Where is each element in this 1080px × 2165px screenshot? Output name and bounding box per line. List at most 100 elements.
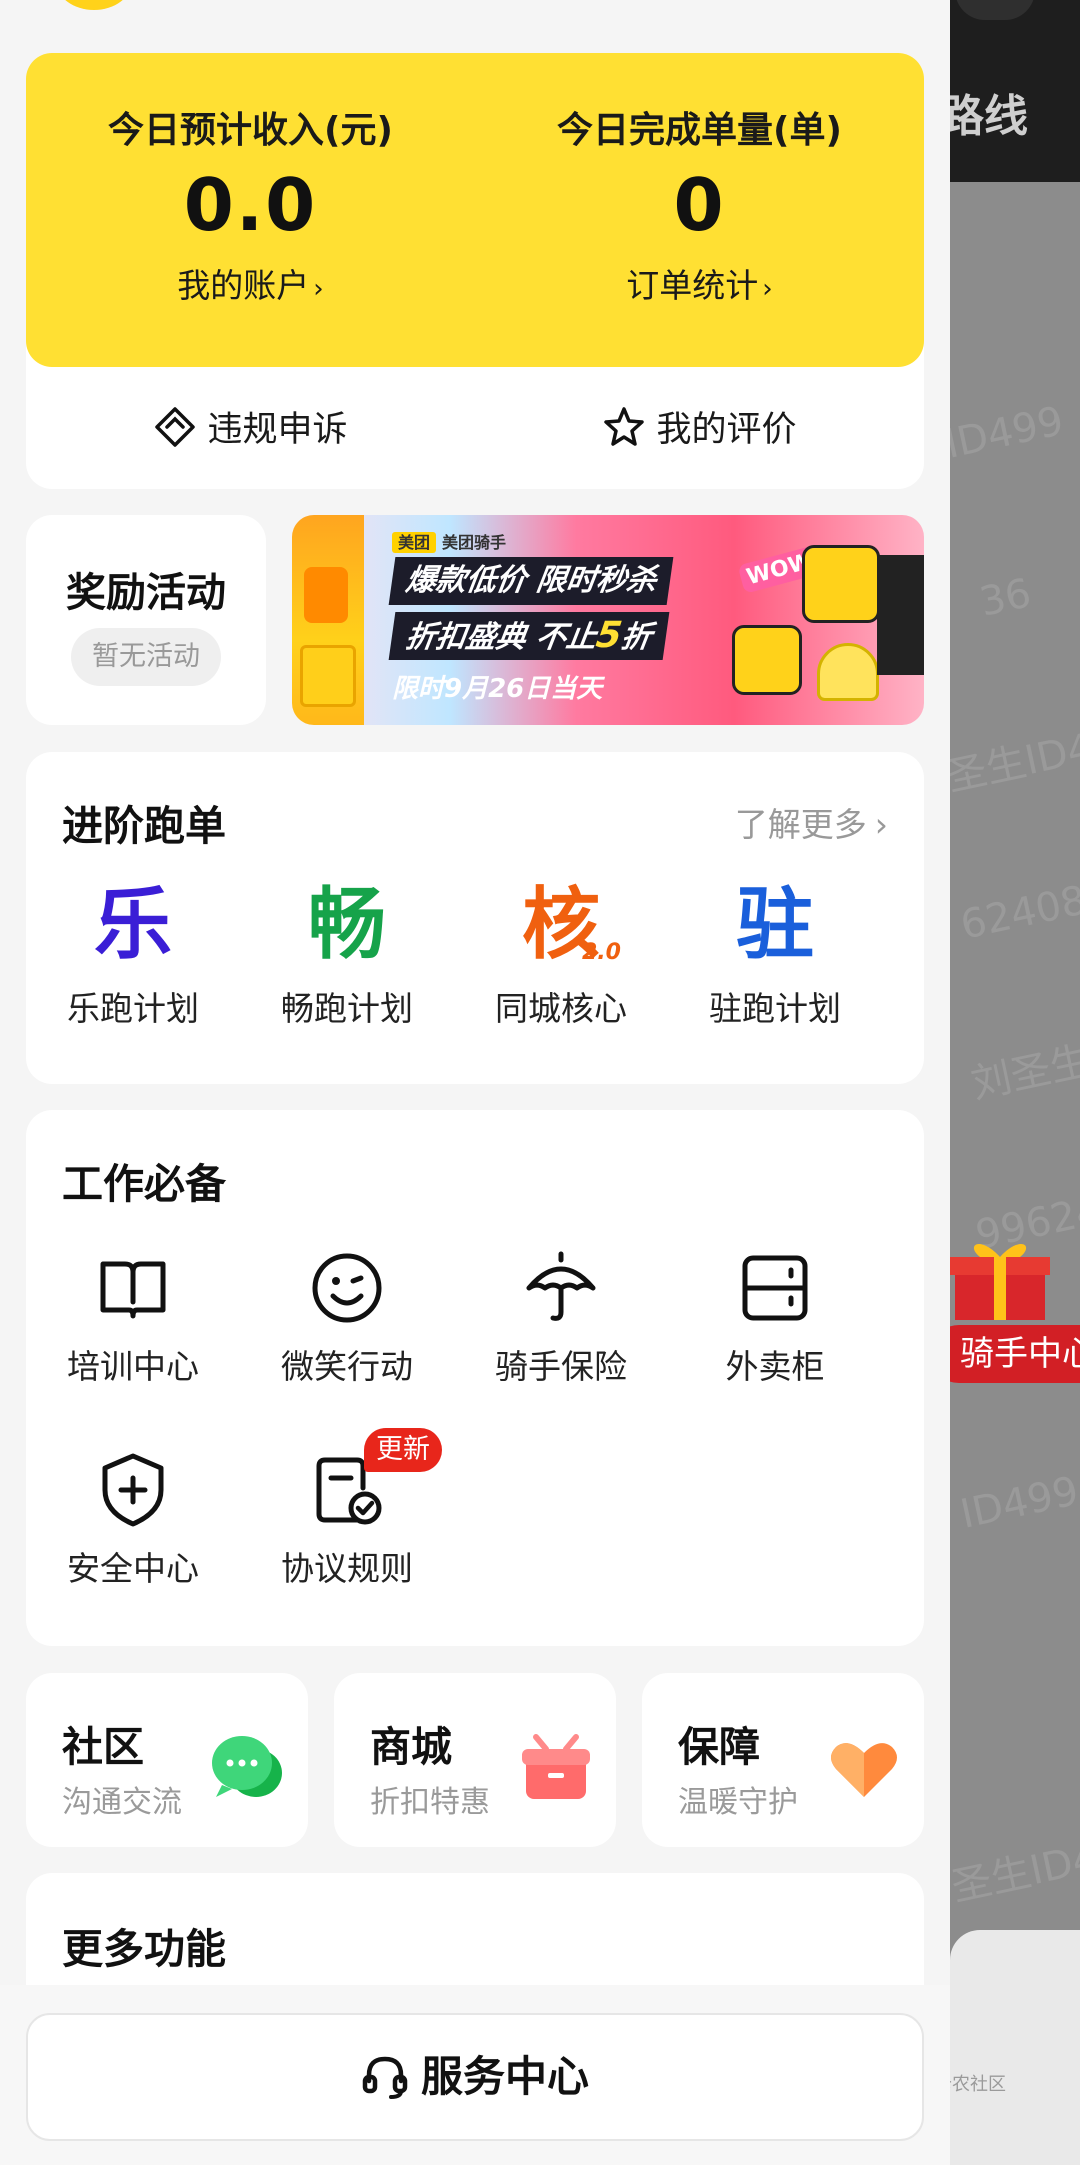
reward-activity-card[interactable]: 奖励活动 暂无活动: [26, 515, 266, 725]
community-card[interactable]: 社区 沟通交流: [26, 1673, 308, 1847]
chevron-right-icon: ›: [874, 805, 888, 844]
today-orders-label: 今日完成单量(单): [557, 110, 842, 151]
he-glyph-icon: 核 2.0: [454, 880, 668, 970]
chang-glyph-icon: 畅: [307, 880, 386, 970]
service-center-bar: 服务中心: [0, 1985, 950, 2165]
rider-center-gift-icon: [950, 1243, 1050, 1320]
plan-city-core[interactable]: 核 2.0 同城核心: [454, 880, 668, 1030]
mini-card-title: 社区: [62, 1723, 144, 1771]
update-badge: 更新: [364, 1428, 442, 1472]
tool-label: 骑手保险: [495, 1347, 627, 1386]
book-icon: [100, 1261, 166, 1319]
watermark-text: 62408: [956, 877, 1080, 949]
watermark-text: ID499: [950, 398, 1068, 468]
avatar[interactable]: [56, 0, 132, 10]
helmet-image: [817, 643, 879, 701]
watermark-brand: 卡农社区: [950, 2070, 1030, 2120]
mini-card-subtitle: 温暖守护: [678, 1785, 798, 1820]
advance-plans-title: 进阶跑单: [62, 802, 226, 850]
banner-side-panel: [292, 515, 364, 725]
tool-food-locker[interactable]: 外卖柜: [668, 1248, 882, 1388]
watermark-text: 圣生ID4: [950, 1835, 1080, 1911]
today-orders-value: 0: [673, 163, 726, 247]
tool-safety-center[interactable]: 安全中心: [26, 1450, 240, 1590]
tool-label: 协议规则: [281, 1549, 413, 1588]
mini-card-subtitle: 沟通交流: [62, 1785, 182, 1820]
banner-headline-2-post: 折: [618, 620, 654, 655]
watermark-text: 圣生ID4: [950, 725, 1080, 801]
tool-training-center[interactable]: 培训中心: [26, 1248, 240, 1388]
headset-icon: [362, 2056, 408, 2099]
shirt-image: [732, 625, 802, 695]
today-income-stat: 今日预计收入(元) 0.0 我的账户 ›: [26, 101, 475, 307]
le-glyph-icon: 乐: [93, 880, 172, 970]
learn-more-link[interactable]: 了解更多 ›: [735, 798, 888, 846]
promo-banner[interactable]: 美团 美团骑手 爆款低价 限时秒杀 折扣盛典 不止5折 限时9月26日当天 WOW: [292, 515, 924, 725]
tool-label: 微笑行动: [281, 1347, 413, 1386]
rider-center-button[interactable]: 骑手中心: [950, 1325, 1080, 1383]
tool-label: 培训中心: [67, 1347, 199, 1386]
package-icon: [300, 645, 356, 707]
plan-le-pao[interactable]: 乐 乐跑计划: [26, 880, 240, 1030]
more-functions-title: 更多功能: [62, 1925, 226, 1973]
background-app: 路线 ID499 36 圣生ID4 62408 刘圣生 99624 ID499 …: [950, 0, 1080, 2165]
plan-zhu-pao[interactable]: 驻 驻跑计划: [668, 880, 882, 1030]
locker-icon: [742, 1255, 808, 1321]
today-income-value: 0.0: [183, 163, 318, 247]
heart-icon: [831, 1743, 897, 1797]
learn-more-label: 了解更多: [734, 805, 867, 844]
umbrella-icon: [526, 1251, 596, 1321]
plan-chang-pao[interactable]: 畅 畅跑计划: [240, 880, 454, 1030]
gift-box-icon: [522, 1734, 590, 1799]
service-center-label: 服务中心: [420, 2052, 589, 2101]
work-essentials-title: 工作必备: [62, 1160, 226, 1208]
tool-smile-action[interactable]: 微笑行动: [240, 1248, 454, 1388]
watermark-text: 刘圣生: [967, 1037, 1080, 1108]
banner-brand-meituan: 美团: [392, 532, 437, 553]
banner-headline-2-pre: 折扣盛典 不止: [403, 620, 599, 655]
mall-card[interactable]: 商城 折扣特惠: [334, 1673, 616, 1847]
banner-brand: 美团 美团骑手: [392, 529, 506, 553]
tool-label: 安全中心: [67, 1549, 199, 1588]
violation-appeal-button[interactable]: 违规申诉: [26, 401, 475, 452]
plan-label: 畅跑计划: [281, 989, 413, 1028]
banner-headline-1: 爆款低价 限时秒杀: [388, 557, 674, 605]
appeal-icon: [155, 407, 196, 447]
my-account-label: 我的账户: [177, 266, 310, 305]
star-icon: [604, 407, 645, 446]
service-center-button[interactable]: 服务中心: [26, 2013, 924, 2141]
tool-label: 外卖柜: [725, 1347, 825, 1386]
today-orders-stat: 今日完成单量(单) 0 订单统计 ›: [475, 101, 924, 307]
advance-plans-card: 进阶跑单 了解更多 › 乐 乐跑计划 畅 畅跑计划 核 2.0 同城核心 驻 驻跑计…: [26, 752, 924, 1084]
mini-card-title: 商城: [370, 1723, 452, 1771]
banner-brand-rider: 美团骑手: [442, 533, 507, 552]
watermark-brand-text: 卡农社区: [950, 2074, 1006, 2095]
order-stats-link[interactable]: 订单统计 ›: [475, 259, 924, 307]
violation-appeal-label: 违规申诉: [207, 410, 348, 450]
mini-card-title: 保障: [678, 1723, 760, 1771]
income-actions: 违规申诉 我的评价: [26, 367, 924, 489]
background-card: [950, 1930, 1080, 2165]
work-essentials-card: 工作必备 培训中心 微笑行动 骑手保险 外卖柜 安全中心 协议规则 更新: [26, 1110, 924, 1646]
my-rating-button[interactable]: 我的评价: [475, 401, 924, 452]
watermark-text: ID499: [956, 1468, 1080, 1538]
tool-rider-insurance[interactable]: 骑手保险: [454, 1248, 668, 1388]
chevron-right-icon: ›: [762, 274, 773, 304]
background-topbar-button: [955, 0, 1035, 20]
banner-date: 限时9月26日当天: [392, 674, 603, 704]
banner-dark-product: [877, 555, 924, 675]
plan-label: 同城核心: [495, 989, 627, 1028]
watermark-text: 36: [975, 570, 1036, 626]
chevron-right-icon: ›: [313, 274, 324, 304]
smile-icon: [312, 1253, 382, 1323]
zhu-glyph-icon: 驻: [735, 880, 814, 970]
version-suffix: 2.0: [582, 940, 621, 965]
plan-label: 驻跑计划: [709, 989, 841, 1028]
banner-headline-2: 折扣盛典 不止5折: [388, 612, 669, 660]
my-account-link[interactable]: 我的账户 ›: [26, 259, 475, 307]
income-summary: 今日预计收入(元) 0.0 我的账户 › 今日完成单量(单) 0 订单统计 ›: [26, 53, 924, 367]
shirt-image: [802, 545, 880, 623]
income-card: 今日预计收入(元) 0.0 我的账户 › 今日完成单量(单) 0 订单统计 › 违规…: [26, 53, 924, 489]
side-drawer: 今日预计收入(元) 0.0 我的账户 › 今日完成单量(单) 0 订单统计 › 违规…: [0, 0, 950, 2165]
protection-card[interactable]: 保障 温暖守护: [642, 1673, 924, 1847]
